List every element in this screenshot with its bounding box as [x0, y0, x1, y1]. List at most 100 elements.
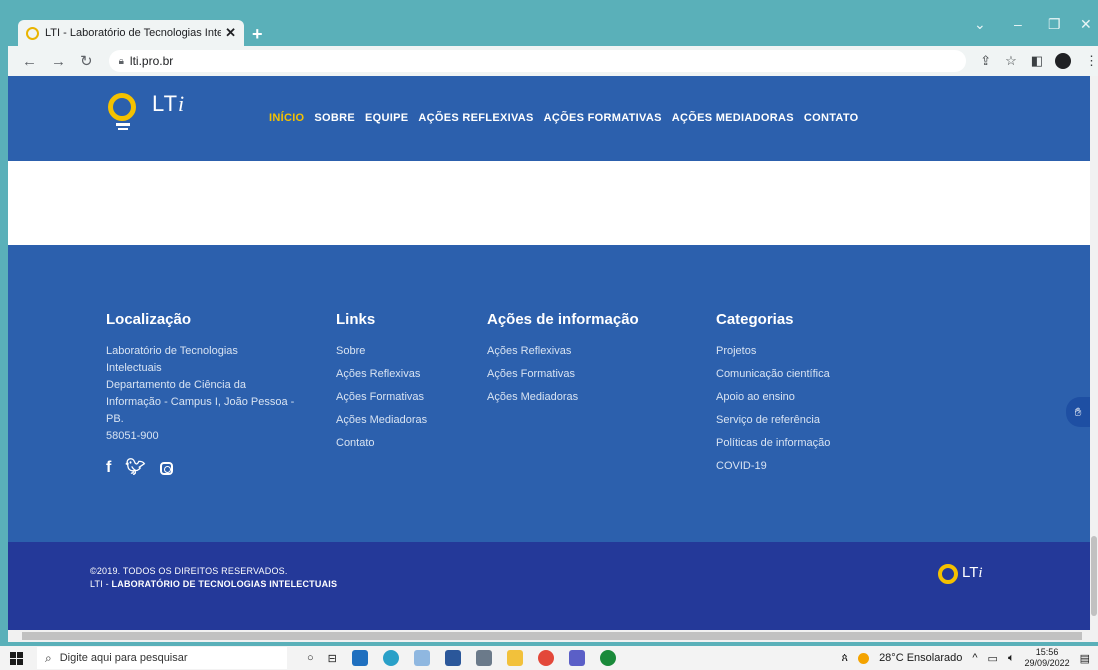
footer-link-acoes-formativas[interactable]: Ações Formativas [336, 389, 427, 406]
show-hidden-icons-icon[interactable]: ^ [972, 652, 977, 664]
weather-sun-icon [858, 652, 870, 664]
footer-link-contato[interactable]: Contato [336, 435, 427, 452]
footer-link-acoes-mediadoras[interactable]: Ações Mediadoras [336, 412, 427, 429]
footer-logo-text: LTi [962, 564, 983, 581]
lti-logo[interactable]: LTi [106, 91, 185, 131]
cortana-icon[interactable]: ○ [307, 652, 314, 664]
content-area [8, 161, 1090, 245]
task-view-icon[interactable]: ⊟ [328, 652, 337, 665]
category-link-politicas[interactable]: Políticas de informação [716, 435, 830, 452]
reload-icon[interactable]: ↻ [80, 52, 93, 70]
address-line: Departamento de Ciência da [106, 379, 247, 391]
taskbar-search[interactable]: ⌕ Digite aqui para pesquisar [37, 647, 287, 669]
people-icon[interactable]: ጰ [842, 652, 849, 665]
links-heading: Links [336, 311, 376, 328]
acoes-heading: Ações de informação [487, 311, 639, 328]
copyright-text: ©2019. TODOS OS DIREITOS RESERVADOS. [90, 566, 288, 576]
word-icon[interactable] [444, 650, 461, 666]
weather-text[interactable]: 28°C Ensolarado [879, 652, 962, 664]
nav-equipe[interactable]: EQUIPE [365, 112, 408, 124]
notification-icon[interactable]: ▤ [1080, 652, 1090, 665]
site-header: LTi INÍCIO SOBRE EQUIPE AÇÕES REFLEXIVAS… [8, 76, 1090, 161]
search-placeholder: Digite aqui para pesquisar [59, 652, 188, 664]
nav-acoes-reflexivas[interactable]: AÇÕES REFLEXIVAS [418, 112, 533, 124]
acoes-link-reflexivas[interactable]: Ações Reflexivas [487, 343, 639, 360]
category-link-referencia[interactable]: Serviço de referência [716, 412, 830, 429]
back-arrow-icon[interactable]: ← [22, 53, 37, 70]
restore-button[interactable]: ❐ [1048, 16, 1061, 33]
instagram-icon[interactable] [159, 462, 173, 475]
browser-window: LTI - Laboratório de Tecnologias Intelec… [0, 0, 1098, 670]
close-window-button[interactable]: ✕ [1080, 16, 1092, 33]
volume-icon[interactable]: 🔈︎ [1008, 652, 1015, 665]
footer-localizacao: Localização Laboratório de Tecnologias I… [106, 311, 296, 476]
file-explorer-icon[interactable] [506, 650, 523, 666]
acoes-link-formativas[interactable]: Ações Formativas [487, 366, 639, 383]
site-favicon-icon [26, 26, 39, 40]
copyright-bar: ©2019. TODOS OS DIREITOS RESERVADOS. LTI… [8, 542, 1090, 630]
nav-acoes-mediadoras[interactable]: AÇÕES MEDIADORAS [672, 112, 794, 124]
nav-contato[interactable]: CONTATO [804, 112, 859, 124]
footer-acoes-informacao: Ações de informação Ações Reflexivas Açõ… [487, 311, 639, 412]
tab-strip: LTI - Laboratório de Tecnologias Intelec… [8, 11, 1098, 46]
social-links: f 🐦︎ [106, 459, 296, 476]
phone-icon[interactable] [413, 650, 430, 666]
tab-search-chevron-icon[interactable]: ⌄ [974, 16, 986, 33]
footer-logo[interactable]: LTi [938, 564, 983, 584]
new-tab-button[interactable]: + [252, 24, 263, 45]
forward-arrow-icon[interactable]: → [51, 53, 66, 70]
chrome-profile-icon[interactable] [599, 650, 616, 666]
url-text: lti.pro.br [129, 54, 174, 68]
teams-icon[interactable] [568, 650, 585, 666]
browser-toolbar: ← → ↻ 🔒︎ lti.pro.br ⇪ ☆ ◧ ⋮ [8, 46, 1098, 76]
minimize-button[interactable]: – [1014, 16, 1022, 32]
accessibility-hand-icon[interactable]: ✋︎ [1066, 397, 1090, 427]
page-viewport: LTi INÍCIO SOBRE EQUIPE AÇÕES REFLEXIVAS… [8, 76, 1090, 630]
side-panel-icon[interactable]: ◧ [1031, 53, 1043, 69]
nav-sobre[interactable]: SOBRE [314, 112, 355, 124]
address-line: PB. [106, 413, 124, 425]
categorias-heading: Categorias [716, 311, 794, 328]
address-bar[interactable]: 🔒︎ lti.pro.br [108, 50, 967, 72]
address-line: Laboratório de Tecnologias [106, 345, 238, 357]
windows-taskbar: ⌕ Digite aqui para pesquisar ○ ⊟ ጰ 28°C … [0, 646, 1098, 670]
share-icon[interactable]: ⇪ [980, 53, 991, 69]
browser-tab[interactable]: LTI - Laboratório de Tecnologias Intelec… [18, 20, 244, 46]
horizontal-scrollbar[interactable] [8, 630, 1098, 642]
edge-icon[interactable] [382, 650, 399, 666]
footer-link-acoes-reflexivas[interactable]: Ações Reflexivas [336, 366, 427, 383]
logo-text: LTi [152, 91, 186, 116]
footer-link-sobre[interactable]: Sobre [336, 343, 427, 360]
main-nav: INÍCIO SOBRE EQUIPE AÇÕES REFLEXIVAS AÇÕ… [269, 112, 859, 124]
mail-icon[interactable] [351, 650, 368, 666]
calculator-icon[interactable] [475, 650, 492, 666]
network-icon[interactable]: ▭ [988, 652, 998, 665]
chrome-icon[interactable] [537, 650, 554, 666]
profile-avatar[interactable] [1055, 53, 1071, 69]
lab-name-text: LTI - LABORATÓRIO DE TECNOLOGIAS INTELEC… [90, 579, 338, 589]
lightbulb-icon [106, 91, 146, 131]
clock[interactable]: 15:56 29/09/2022 [1025, 647, 1070, 669]
twitter-icon[interactable]: 🐦︎ [125, 459, 145, 476]
facebook-icon[interactable]: f [106, 459, 111, 476]
vertical-scrollbar[interactable] [1090, 76, 1098, 630]
nav-acoes-formativas[interactable]: AÇÕES FORMATIVAS [544, 112, 662, 124]
tab-close-icon[interactable]: ✕ [225, 25, 236, 41]
windows-start-icon[interactable] [10, 651, 23, 665]
tab-title: LTI - Laboratório de Tecnologias Intelec… [45, 27, 222, 39]
footer-links: Links Sobre Ações Reflexivas Ações Forma… [336, 311, 427, 458]
lightbulb-icon [938, 564, 958, 584]
nav-inicio[interactable]: INÍCIO [269, 112, 304, 124]
acoes-link-mediadoras[interactable]: Ações Mediadoras [487, 389, 639, 406]
menu-kebab-icon[interactable]: ⋮ [1085, 53, 1098, 69]
category-link-comunicacao[interactable]: Comunicação científica [716, 366, 830, 383]
bookmark-star-icon[interactable]: ☆ [1005, 53, 1017, 69]
lock-icon: 🔒︎ [118, 55, 124, 67]
clock-date: 29/09/2022 [1024, 658, 1070, 668]
footer-categorias: Categorias Projetos Comunicação científi… [716, 311, 830, 481]
category-link-covid[interactable]: COVID-19 [716, 458, 830, 475]
clock-time: 15:56 [1035, 647, 1059, 657]
category-link-apoio[interactable]: Apoio ao ensino [716, 389, 830, 406]
postal-code: 58051-900 [106, 430, 159, 442]
category-link-projetos[interactable]: Projetos [716, 343, 830, 360]
